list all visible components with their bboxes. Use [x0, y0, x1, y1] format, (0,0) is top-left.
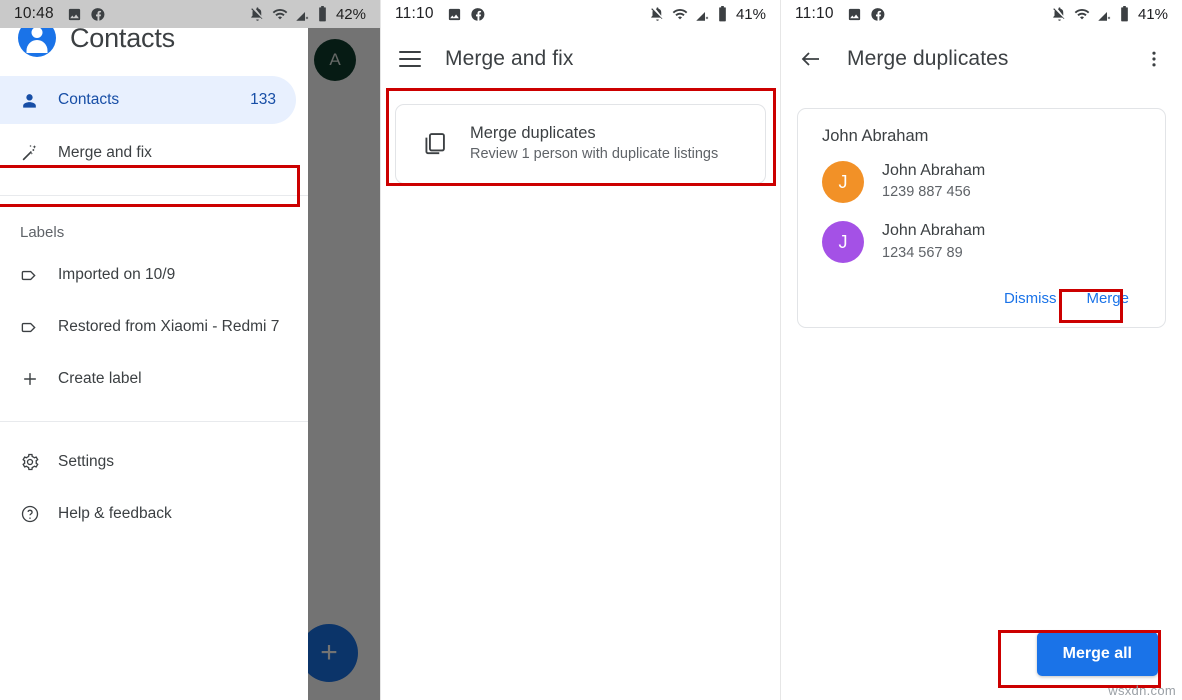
- labels-heading: Labels: [0, 202, 308, 249]
- list-item[interactable]: J John Abraham 1234 567 89: [798, 212, 1165, 272]
- status-time: 11:10: [795, 5, 834, 23]
- dismiss-button[interactable]: Dismiss: [994, 284, 1067, 313]
- more-vertical-icon[interactable]: [1144, 49, 1164, 69]
- notifications-off-icon: [1052, 7, 1067, 22]
- signal-off-icon: [1097, 7, 1112, 22]
- duplicate-group-name: John Abraham: [798, 127, 1165, 152]
- right-app-bar: Merge duplicates: [781, 28, 1182, 90]
- status-right-icons: 42%: [250, 6, 366, 23]
- right-app-bar-title: Merge duplicates: [847, 47, 1009, 71]
- status-left-icons: [447, 7, 486, 22]
- contacts-count: 133: [250, 91, 276, 109]
- gear-icon: [20, 452, 46, 472]
- merge-duplicates-card[interactable]: Merge duplicates Review 1 person with du…: [395, 104, 766, 184]
- merge-all-wrapper: Merge all: [1037, 632, 1158, 676]
- hamburger-menu-icon[interactable]: [399, 51, 421, 67]
- duplicate-group-card: John Abraham J John Abraham 1239 887 456…: [797, 108, 1166, 328]
- merge-button[interactable]: Merge: [1076, 284, 1139, 313]
- photos-icon: [67, 7, 82, 22]
- contact-name: John Abraham: [882, 160, 985, 182]
- battery-percent: 42%: [336, 6, 366, 23]
- mid-app-bar-title: Merge and fix: [445, 47, 574, 71]
- photos-icon: [847, 7, 862, 22]
- notifications-off-icon: [250, 7, 265, 22]
- sidebar-item-create-label-label: Create label: [58, 370, 142, 388]
- screenshot-root: 10:48 42% A +: [0, 0, 1182, 700]
- wifi-icon: [672, 6, 688, 22]
- sidebar-item-settings-label: Settings: [58, 453, 114, 471]
- contact-info: John Abraham 1234 567 89: [882, 220, 985, 264]
- sidebar-item-label-restored[interactable]: Restored from Xiaomi - Redmi 7: [0, 301, 308, 353]
- label-icon: [20, 266, 46, 285]
- status-right-icons: 41%: [650, 6, 766, 23]
- battery-icon: [717, 6, 728, 22]
- drawer-divider-2: [0, 421, 308, 422]
- sidebar-item-merge-and-fix-label: Merge and fix: [58, 144, 152, 162]
- status-left-icons: [67, 7, 106, 22]
- middle-phone-panel: 11:10 41% Merge and fix: [380, 0, 780, 700]
- mid-app-bar: Merge and fix: [381, 28, 780, 90]
- notifications-off-icon: [650, 7, 665, 22]
- facebook-icon: [871, 7, 886, 22]
- merge-duplicates-card-title: Merge duplicates: [470, 122, 718, 144]
- sidebar-item-create-label[interactable]: Create label: [0, 353, 308, 405]
- facebook-icon: [471, 7, 486, 22]
- avatar: J: [822, 221, 864, 263]
- person-icon: [20, 91, 46, 110]
- contact-phone: 1239 887 456: [882, 182, 985, 204]
- sidebar-item-label-imported[interactable]: Imported on 10/9: [0, 249, 308, 301]
- sidebar-item-label-imported-label: Imported on 10/9: [58, 266, 175, 284]
- signal-off-icon: [695, 7, 710, 22]
- signal-off-icon: [295, 7, 310, 22]
- battery-percent: 41%: [1138, 6, 1168, 23]
- status-right-icons: 41%: [1052, 6, 1168, 23]
- battery-percent: 41%: [736, 6, 766, 23]
- magic-wand-icon: [20, 143, 46, 163]
- wifi-icon: [272, 6, 288, 22]
- list-item[interactable]: J John Abraham 1239 887 456: [798, 152, 1165, 212]
- left-status-bar: 10:48 42%: [0, 0, 380, 28]
- contact-name: John Abraham: [882, 220, 985, 242]
- merge-duplicates-card-subtitle: Review 1 person with duplicate listings: [470, 144, 718, 166]
- status-time: 11:10: [395, 5, 434, 23]
- back-arrow-icon[interactable]: [799, 47, 823, 71]
- photos-icon: [447, 7, 462, 22]
- right-status-bar: 11:10 41%: [781, 0, 1182, 28]
- wifi-icon: [1074, 6, 1090, 22]
- merge-duplicates-card-texts: Merge duplicates Review 1 person with du…: [470, 122, 718, 166]
- battery-icon: [1119, 6, 1130, 22]
- contact-info: John Abraham 1239 887 456: [882, 160, 985, 204]
- plus-icon: [20, 369, 46, 389]
- drawer-divider-1: [0, 195, 308, 196]
- sidebar-item-help-feedback-label: Help & feedback: [58, 505, 172, 523]
- battery-icon: [317, 6, 328, 22]
- help-icon: [20, 504, 46, 524]
- facebook-icon: [91, 7, 106, 22]
- sidebar-item-settings[interactable]: Settings: [0, 436, 308, 488]
- sidebar-item-contacts[interactable]: Contacts 133: [0, 76, 296, 124]
- status-left-icons: [847, 7, 886, 22]
- status-time: 10:48: [14, 5, 54, 23]
- mid-status-bar: 11:10 41%: [381, 0, 780, 28]
- duplicate-copy-icon: [414, 130, 454, 158]
- merge-all-button[interactable]: Merge all: [1037, 632, 1158, 676]
- navigation-drawer: Contacts Contacts 133: [0, 0, 308, 700]
- right-phone-panel: 11:10 41% Merge duplicates Joh: [780, 0, 1182, 700]
- label-icon: [20, 318, 46, 337]
- avatar: J: [822, 161, 864, 203]
- watermark: wsxdn.com: [1108, 683, 1176, 698]
- sidebar-item-contacts-label: Contacts: [58, 91, 119, 109]
- sidebar-item-label-restored-label: Restored from Xiaomi - Redmi 7: [58, 318, 279, 336]
- left-phone-panel: 10:48 42% A +: [0, 0, 380, 700]
- duplicate-card-actions: Dismiss Merge: [798, 272, 1165, 319]
- sidebar-item-help-feedback[interactable]: Help & feedback: [0, 488, 308, 540]
- contact-phone: 1234 567 89: [882, 243, 985, 265]
- sidebar-item-merge-and-fix[interactable]: Merge and fix: [0, 129, 308, 177]
